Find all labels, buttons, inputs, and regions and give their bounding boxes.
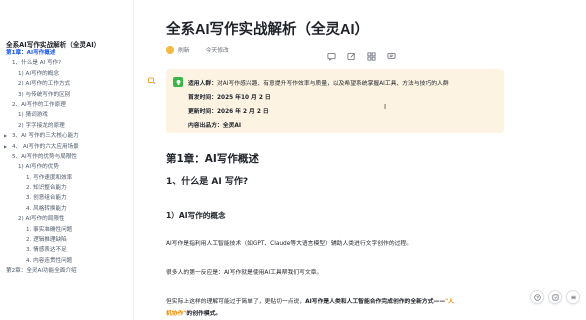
toc-item-label: 4. 内容连贯性问题 [26,257,73,264]
paragraph-3-bold: AI写作是人类和人工智能合作完成创作的全新方式—— [305,299,446,305]
toc-item[interactable]: 2. 逻辑推理缺陷 [0,235,133,245]
toc-item[interactable]: 1. 写作速度和效率 [0,173,133,183]
toc-item[interactable]: 3) 与传统写作的区别 [0,90,133,100]
toc-item-label: 2) AI写作的局限性 [18,216,65,223]
source-label: 内容出品方： [188,123,223,129]
toc-item[interactable]: 2) 字字接龙的原理 [0,121,133,131]
toc-item-label: 1) 猜词游戏 [18,112,48,119]
toc-item-label: 1) AI写作的优势 [18,164,59,171]
feedback-icon[interactable] [548,290,562,304]
toc-item-label: 3. 情感表达不足 [26,247,67,254]
paragraph-1[interactable]: AI写作是指利用人工智能技术（如GPT、Claude等大语言模型）辅助人类进行文… [166,238,412,247]
doc-meta: 刷新 今天修改 [166,45,229,54]
toc-item[interactable]: 2) AI写作的局限性 [0,214,133,224]
toc-item-label: 1. 事实准确性问题 [26,226,73,233]
block-handle-icon[interactable] [148,70,156,89]
menu-icon[interactable] [566,290,580,304]
toc-item-label: 4. 风格转换能力 [26,205,67,212]
bulb-icon [173,77,183,87]
expand-arrow-icon[interactable]: ▶ [4,142,7,152]
page-title[interactable]: 全系AI写作实战解析（全灵AI） [166,18,369,39]
toc-item[interactable]: 1) AI写作的优势 [0,162,133,172]
toc-item[interactable]: 第1章：AI写作概述 [0,48,133,58]
toc-item[interactable]: 2) AI写作的工作方式 [0,79,133,89]
paragraph-3-highlight-cont: 机协作" [166,311,187,317]
toc-item[interactable]: 1) AI写作的概念 [0,69,133,79]
author-name[interactable]: 刷新 [178,45,190,54]
toc-item-label: 第1章：AI写作概述 [6,50,56,56]
toc-item-label: 5、AI写作的优势与局限性 [12,153,77,160]
paragraph-3-bold-end: 的创作模式。 [186,311,222,317]
source-value: 全灵AI [222,123,242,129]
paragraph-3-text: 但实际上这样的理解可能过于简单了，更贴切一点说， [166,299,306,305]
toc-item[interactable]: 3. 创意组合能力 [0,193,133,203]
toc-item-label: 3) 与传统写作的区别 [18,91,71,98]
edit-icon[interactable] [346,51,356,61]
callout-audience: 适用人群：对AI写作感兴趣、有意提升写作效率与质量，以及希望系统掌握AI工具、方… [188,78,449,87]
document-area: 全系AI写作实战解析（全灵AI） 刷新 今天修改 适用人群：对AI写作感兴趣、有… [134,0,586,320]
help-icon[interactable] [530,290,544,304]
toc-item-label: 3. 创意组合能力 [26,195,67,202]
section-heading[interactable]: 1、什么是 AI 写作? [166,174,248,187]
paragraph-2[interactable]: 很多人的第一反应是：AI写作就是使用AI工具帮我们写文章。 [166,267,322,276]
toc-item[interactable]: 4. 风格转换能力 [0,204,133,214]
toc-item[interactable]: 1) 猜词游戏 [0,110,133,120]
grid-icon[interactable] [366,51,376,61]
toc-item-label: 2. 逻辑推理缺陷 [26,237,67,244]
paragraph-3-highlight: "人 [445,299,454,305]
toc-item-label: 4、 AI写作的六大应用场景 [12,143,79,150]
callout-source: 内容出品方：全灵AI [188,120,241,129]
paragraph-3-continued[interactable]: 机协作"的创作模式。 [166,308,221,317]
chapter-heading[interactable]: 第1章：AI写作概述 [166,151,259,166]
text-cursor-icon: I [384,103,387,111]
updated-value: 2026 年 2 月 2 日 [217,109,269,115]
toc-item[interactable]: 2. 知识整合能力 [0,183,133,193]
toc-item[interactable]: 第2章：全灵AI功能全面介绍 [0,266,133,276]
avatar[interactable] [166,45,174,54]
comment-icon[interactable] [326,51,336,61]
toc-item-label: 1) AI写作的概念 [18,70,59,77]
toc-item[interactable]: 4. 内容连贯性问题 [0,256,133,266]
toc-item-label: 2) 字字接龙的原理 [18,122,65,129]
modified-time: 今天修改 [205,48,229,54]
callout-first-published: 首发时间：2025 年10 月 2 日 [188,92,271,101]
first-value: 2025 年10 月 2 日 [217,95,271,101]
toc-item-label: 2、AI写作的工作原理 [12,101,66,108]
toc-item-label: 1. 写作速度和效率 [26,174,73,181]
toc-item[interactable]: 2、AI写作的工作原理 [0,100,133,110]
info-callout[interactable]: 适用人群：对AI写作感兴趣、有意提升写作效率与质量，以及希望系统掌握AI工具、方… [166,69,504,133]
audience-label: 适用人群： [188,81,217,87]
toc-list: 第1章：AI写作概述 1、什么是 AI 写作? 1) AI写作的概念 2) AI写作的… [0,48,133,277]
toc-item[interactable]: 1. 事实准确性问题 [0,225,133,235]
updated-label: 更新时间： [188,109,217,115]
toc-item[interactable]: ▶ 4、 AI写作的六大应用场景 [0,142,133,152]
callout-updated: 更新时间：2026 年 2 月 2 日 [188,106,269,115]
toc-item-label: 1、什么是 AI 写作? [12,60,62,67]
toc-item-label: 2. 知识整合能力 [26,185,67,192]
toc-item[interactable]: 3. 情感表达不足 [0,245,133,255]
audience-text: 对AI写作感兴趣、有意提升写作效率与质量，以及希望系统掌握AI工具、方法与技巧的… [217,81,449,87]
floating-actions [530,290,580,304]
subsection-heading[interactable]: 1）AI写作的概念 [166,210,226,221]
toc-item-label: 2) AI写作的工作方式 [18,81,71,88]
toc-item[interactable]: ▶ 3、AI 写作的三大核心能力 [0,131,133,141]
table-of-contents: 全系AI写作实战解析（全灵AI） 第1章：AI写作概述 1、什么是 AI 写作? 1… [0,0,134,320]
chat-icon[interactable] [386,51,396,61]
toc-item-label: 3、AI 写作的三大核心能力 [12,133,79,140]
toc-item-label: 第2章：全灵AI功能全面介绍 [6,268,77,275]
toc-item[interactable]: 1、什么是 AI 写作? [0,58,133,68]
expand-arrow-icon[interactable]: ▶ [4,131,7,141]
first-label: 首发时间： [188,95,217,101]
doc-toolbar [326,51,396,61]
paragraph-3[interactable]: 但实际上这样的理解可能过于简单了，更贴切一点说，AI写作是人类和人工智能合作完成… [166,296,454,305]
toc-item[interactable]: 5、AI写作的优势与局限性 [0,152,133,162]
